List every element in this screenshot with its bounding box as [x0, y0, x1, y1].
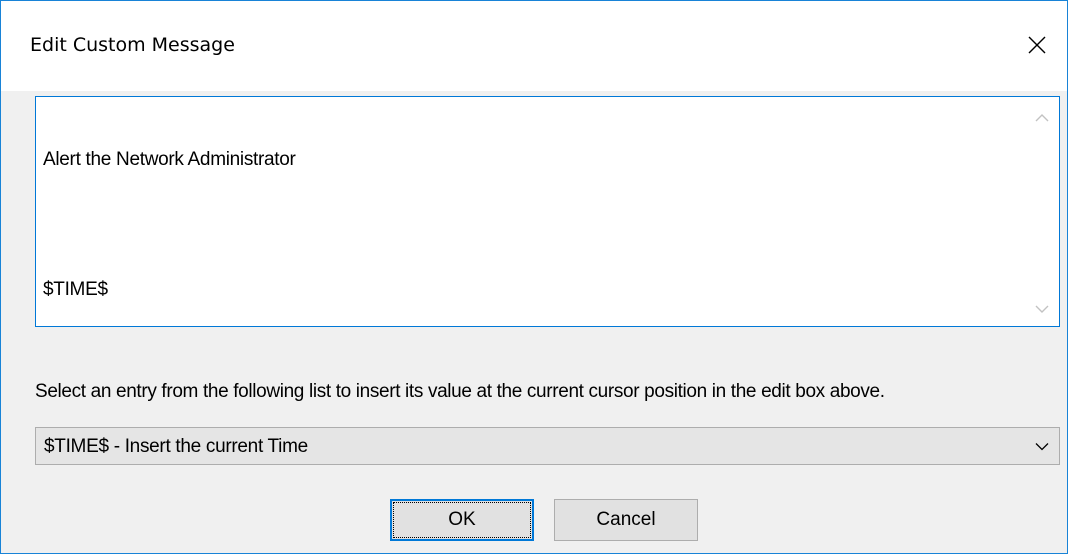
variable-select[interactable]: $TIME$ - Insert the current Time [35, 427, 1060, 465]
vertical-scrollbar[interactable] [1025, 97, 1059, 326]
cancel-button[interactable]: Cancel [554, 499, 698, 541]
variable-select-value: $TIME$ - Insert the current Time [44, 436, 308, 457]
ok-button-label: OK [448, 509, 476, 530]
scroll-up-button[interactable] [1025, 101, 1059, 135]
chevron-down-icon [1035, 305, 1049, 313]
message-text[interactable]: Alert the Network Administrator $TIME$ [43, 105, 1023, 322]
close-icon [1028, 36, 1046, 54]
dialog-title: Edit Custom Message [30, 34, 235, 56]
message-edit-box[interactable]: Alert the Network Administrator $TIME$ [35, 96, 1060, 327]
cancel-button-label: Cancel [596, 509, 656, 530]
close-button[interactable] [1007, 19, 1067, 71]
scroll-down-button[interactable] [1025, 292, 1059, 326]
ok-button[interactable]: OK [390, 499, 534, 541]
title-bar: Edit Custom Message [1, 1, 1067, 91]
message-line: $TIME$ [43, 279, 108, 300]
instruction-text: Select an entry from the following list … [35, 381, 885, 402]
dropdown-arrow-button[interactable] [1031, 436, 1053, 456]
chevron-down-icon [1035, 442, 1049, 450]
message-line: Alert the Network Administrator [43, 149, 296, 170]
edit-custom-message-dialog: Edit Custom Message Alert the Network Ad… [0, 0, 1068, 554]
chevron-up-icon [1035, 114, 1049, 122]
